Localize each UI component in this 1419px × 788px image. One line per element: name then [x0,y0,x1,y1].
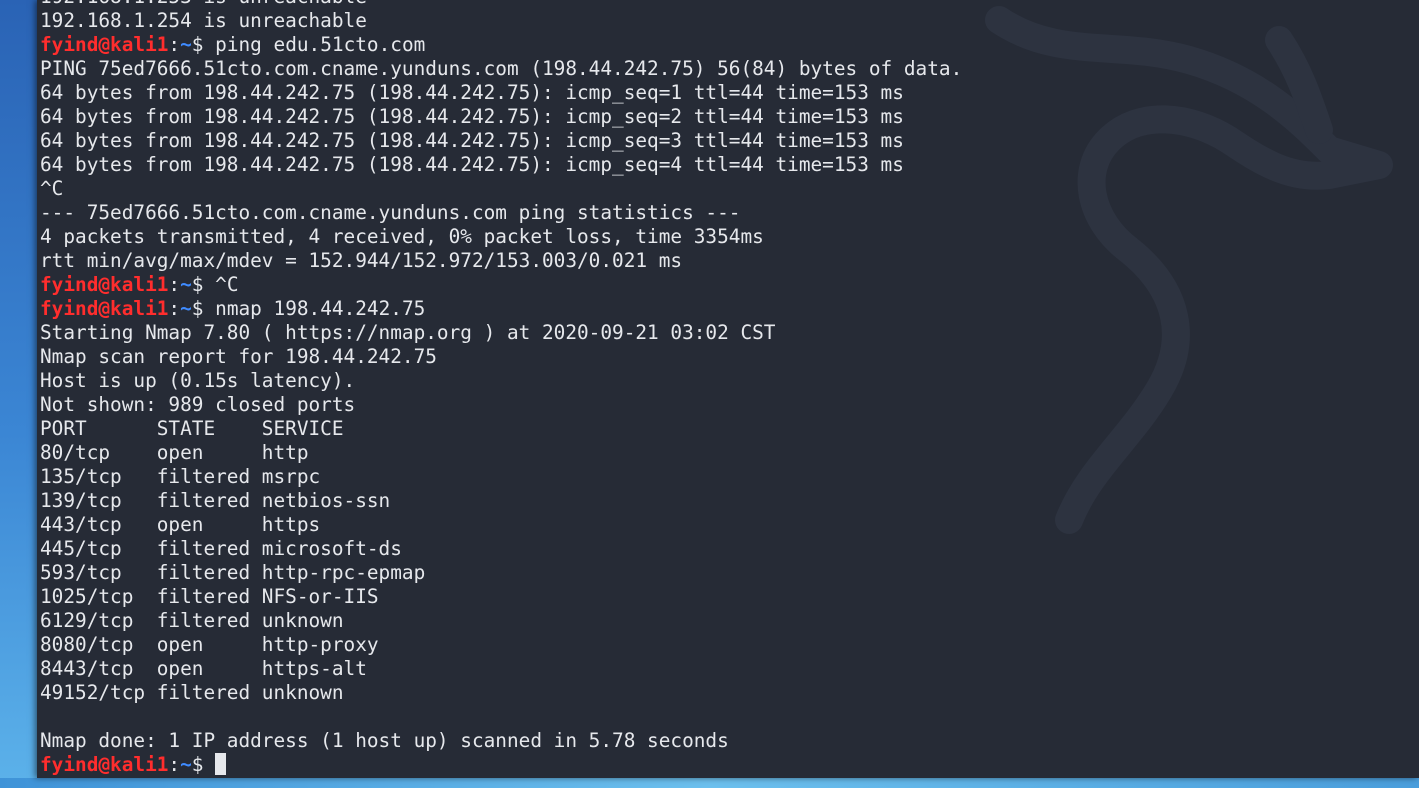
output-line: 1025/tcp filtered NFS-or-IIS [40,585,379,608]
output-line: Nmap scan report for 198.44.242.75 [40,345,437,368]
output-line: 443/tcp open https [40,513,321,536]
prompt-user-host: fyind@kali1 [40,753,169,776]
prompt-separator: : [168,33,181,56]
output-line: 8443/tcp open https-alt [40,657,367,680]
output-line: PING 75ed7666.51cto.com.cname.yunduns.co… [40,57,963,80]
output-line: 445/tcp filtered microsoft-ds [40,537,402,560]
output-line: 593/tcp filtered http-rpc-epmap [40,561,426,584]
terminal-output: 192.168.1.253 is unreachable192.168.1.25… [40,0,962,777]
command-text: ping edu.51cto.com [215,33,426,56]
prompt-directory: ~ [180,297,192,320]
prompt-separator: : [168,297,181,320]
output-line: 64 bytes from 198.44.242.75 (198.44.242.… [40,153,904,176]
prompt-symbol: $ [191,273,216,296]
prompt-separator: : [168,273,181,296]
output-line: 80/tcp open http [40,441,309,464]
prompt-line: fyind@kali1:~$ nmap 198.44.242.75 [40,297,962,321]
prompt-user-host: fyind@kali1 [40,33,169,56]
output-line: --- 75ed7666.51cto.com.cname.yunduns.com… [40,201,741,224]
output-line: 8080/tcp open http-proxy [40,633,379,656]
output-line: 64 bytes from 198.44.242.75 (198.44.242.… [40,105,904,128]
output-line: rtt min/avg/max/mdev = 152.944/152.972/1… [40,249,683,272]
desktop-background-bottom [0,778,1419,788]
output-line: Nmap done: 1 IP address (1 host up) scan… [40,729,729,752]
output-line: Starting Nmap 7.80 ( https://nmap.org ) … [40,321,776,344]
prompt-symbol: $ [191,753,216,776]
prompt-line: fyind@kali1:~$ [40,753,962,777]
output-line: 135/tcp filtered msrpc [40,465,321,488]
output-line: ^C [40,177,64,200]
output-line: 64 bytes from 198.44.242.75 (198.44.242.… [40,81,904,104]
command-text: nmap 198.44.242.75 [215,297,426,320]
output-line: Host is up (0.15s latency). [40,369,356,392]
desktop-background [0,0,37,788]
terminal-window[interactable]: 192.168.1.253 is unreachable192.168.1.25… [37,0,1419,778]
output-line: 6129/tcp filtered unknown [40,609,344,632]
output-line: 192.168.1.254 is unreachable [40,9,367,32]
output-line: 4 packets transmitted, 4 received, 0% pa… [40,225,764,248]
prompt-line: fyind@kali1:~$ ^C [40,273,962,297]
prompt-user-host: fyind@kali1 [40,297,169,320]
prompt-symbol: $ [191,297,216,320]
prompt-directory: ~ [180,753,192,776]
prompt-symbol: $ [191,33,216,56]
output-line: 49152/tcp filtered unknown [40,681,344,704]
prompt-user-host: fyind@kali1 [40,273,169,296]
output-line: 64 bytes from 198.44.242.75 (198.44.242.… [40,129,904,152]
output-line: PORT STATE SERVICE [40,417,344,440]
terminal-cursor[interactable] [215,753,227,775]
output-line: 139/tcp filtered netbios-ssn [40,489,391,512]
prompt-line: fyind@kali1:~$ ping edu.51cto.com [40,33,962,57]
output-line: Not shown: 989 closed ports [40,393,356,416]
command-text: ^C [215,273,239,296]
prompt-directory: ~ [180,273,192,296]
prompt-separator: : [168,753,181,776]
prompt-directory: ~ [180,33,192,56]
output-line: 192.168.1.253 is unreachable [40,0,962,9]
